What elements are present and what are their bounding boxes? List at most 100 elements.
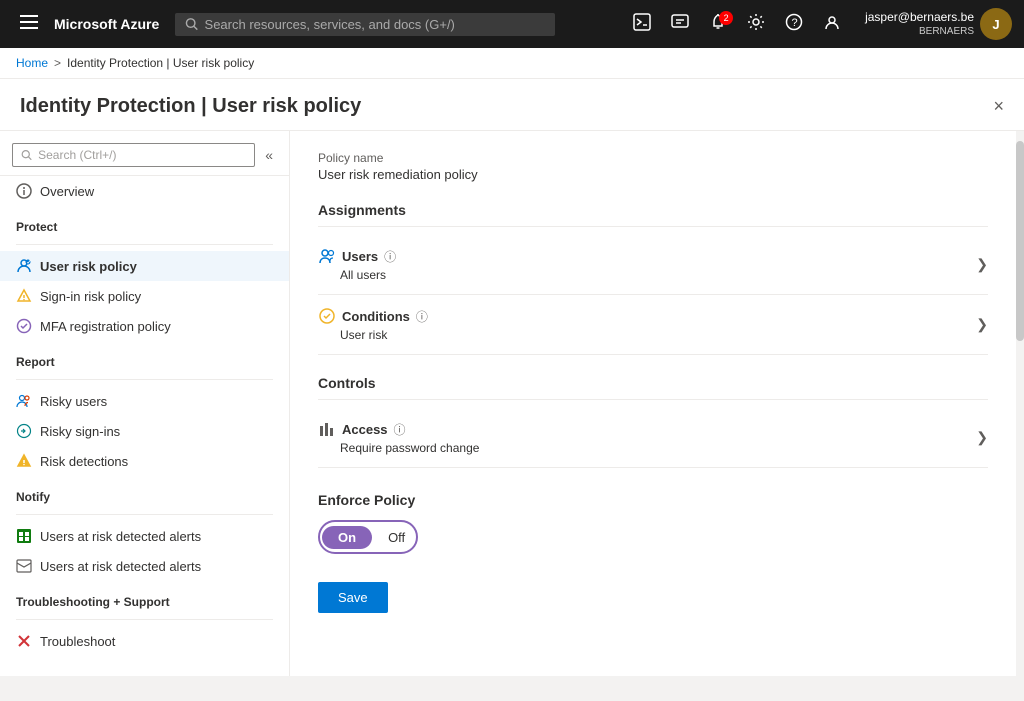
enforce-section: Enforce Policy On Off [318, 492, 988, 554]
breadcrumb-home[interactable]: Home [16, 56, 48, 70]
assignments-section-title: Assignments [318, 202, 988, 227]
conditions-assignment-row[interactable]: Conditions ⓘ User risk ❯ [318, 295, 988, 355]
top-bar-icons: 2 ? [625, 9, 849, 40]
section-title-troubleshooting: Troubleshooting + Support [0, 581, 289, 613]
help-icon[interactable]: ? [777, 9, 811, 40]
conditions-value: User risk [318, 328, 428, 342]
access-type-label: Access [342, 422, 388, 437]
toggle-off-option[interactable]: Off [374, 526, 418, 549]
risky-sign-ins-label: Risky sign-ins [40, 424, 120, 439]
top-bar: Microsoft Azure 2 ? jasper@bernaers.be B… [0, 0, 1024, 48]
risky-sign-ins-icon [16, 423, 32, 439]
alerts-icon [16, 528, 32, 544]
search-bar[interactable] [175, 13, 555, 36]
controls-section-title: Controls [318, 375, 988, 400]
policy-name-label: Policy name [318, 151, 988, 165]
section-title-report: Report [0, 341, 289, 373]
hamburger-menu[interactable] [12, 9, 46, 40]
risk-detections-label: Risk detections [40, 454, 128, 469]
scrollbar-thumb [1016, 141, 1024, 341]
mfa-icon [16, 318, 32, 334]
access-assignment-header: Access ⓘ [318, 420, 479, 438]
notify-divider [16, 514, 273, 515]
user-info[interactable]: jasper@bernaers.be BERNAERS J [865, 8, 1012, 40]
users-value: All users [318, 268, 396, 282]
users-type-label: Users [342, 249, 378, 264]
page-wrapper: Identity Protection | User risk policy ×… [0, 79, 1024, 676]
access-chevron-icon: ❯ [976, 429, 988, 446]
troubleshoot-label: Troubleshoot [40, 634, 115, 649]
access-icon [318, 420, 336, 438]
notifications-icon[interactable]: 2 [701, 9, 735, 40]
conditions-chevron-icon: ❯ [976, 316, 988, 333]
access-assignment-left: Access ⓘ Require password change [318, 420, 479, 455]
sidebar-item-troubleshoot[interactable]: Troubleshoot [0, 626, 289, 656]
sidebar-search-area: « [0, 131, 289, 176]
conditions-icon [318, 307, 336, 325]
right-scrollbar[interactable] [1016, 131, 1024, 676]
feedback-icon[interactable] [663, 9, 697, 40]
risky-users-label: Risky users [40, 394, 107, 409]
sidebar-search-input[interactable] [38, 148, 246, 162]
section-title-notify: Notify [0, 476, 289, 508]
sidebar-collapse-button[interactable]: « [261, 145, 277, 165]
users-assignment-header: Users ⓘ [318, 247, 396, 265]
sidebar-search-icon [21, 149, 32, 161]
report-divider [16, 379, 273, 380]
enforce-title: Enforce Policy [318, 492, 988, 508]
conditions-info-icon[interactable]: ⓘ [416, 308, 428, 325]
users-assignment-row[interactable]: Users ⓘ All users ❯ [318, 235, 988, 295]
sidebar: « Overview Protect ✓ User risk policy [0, 131, 290, 676]
sidebar-search-box[interactable] [12, 143, 255, 167]
svg-text:✓: ✓ [27, 260, 32, 266]
sidebar-item-user-risk-policy[interactable]: ✓ User risk policy [0, 251, 289, 281]
sign-in-risk-label: Sign-in risk policy [40, 289, 141, 304]
page-title: Identity Protection | User risk policy [20, 95, 361, 118]
risky-users-icon [16, 393, 32, 409]
overview-icon [16, 183, 32, 199]
access-info-icon[interactable]: ⓘ [394, 421, 406, 438]
protect-divider [16, 244, 273, 245]
users-icon [318, 247, 336, 265]
page-header: Identity Protection | User risk policy × [0, 79, 1024, 131]
enforce-policy-toggle[interactable]: On Off [318, 520, 418, 554]
troubleshooting-divider [16, 619, 273, 620]
terminal-icon[interactable] [625, 9, 659, 40]
toggle-container: On Off [318, 520, 988, 554]
sidebar-item-sign-in-risk[interactable]: Sign-in risk policy [0, 281, 289, 311]
svg-text:?: ? [792, 17, 798, 29]
conditions-assignment-header: Conditions ⓘ [318, 307, 428, 325]
search-icon [185, 17, 198, 31]
user-risk-policy-label: User risk policy [40, 259, 137, 274]
conditions-type-label: Conditions [342, 309, 410, 324]
sidebar-item-risk-detections[interactable]: Risk detections [0, 446, 289, 476]
profile-icon[interactable] [815, 9, 849, 40]
breadcrumb: Home > Identity Protection | User risk p… [0, 48, 1024, 79]
access-assignment-row[interactable]: Access ⓘ Require password change ❯ [318, 408, 988, 468]
users-assignment-left: Users ⓘ All users [318, 247, 396, 282]
troubleshoot-icon [16, 633, 32, 649]
breadcrumb-current: Identity Protection | User risk policy [67, 56, 254, 70]
users-at-risk-alerts-label: Users at risk detected alerts [40, 529, 201, 544]
sidebar-item-overview[interactable]: Overview [0, 176, 289, 206]
breadcrumb-separator: > [54, 56, 61, 70]
sidebar-item-risky-users[interactable]: Risky users [0, 386, 289, 416]
users-chevron-icon: ❯ [976, 256, 988, 273]
search-input[interactable] [205, 17, 546, 32]
close-button[interactable]: × [993, 96, 1004, 117]
save-button[interactable]: Save [318, 582, 388, 613]
weekly-digest-icon [16, 558, 32, 574]
sign-in-risk-icon [16, 288, 32, 304]
sidebar-item-risky-sign-ins[interactable]: Risky sign-ins [0, 416, 289, 446]
risk-detections-icon [16, 453, 32, 469]
sidebar-item-users-at-risk-alerts[interactable]: Users at risk detected alerts [0, 521, 289, 551]
users-info-icon[interactable]: ⓘ [384, 248, 396, 265]
settings-icon[interactable] [739, 9, 773, 40]
overview-label: Overview [40, 184, 94, 199]
sidebar-item-mfa-registration[interactable]: MFA registration policy [0, 311, 289, 341]
right-content: Policy name User risk remediation policy… [290, 131, 1016, 676]
avatar[interactable]: J [980, 8, 1012, 40]
app-logo: Microsoft Azure [54, 16, 159, 32]
sidebar-item-weekly-digest[interactable]: Users at risk detected alerts [0, 551, 289, 581]
toggle-on-option[interactable]: On [322, 526, 372, 549]
